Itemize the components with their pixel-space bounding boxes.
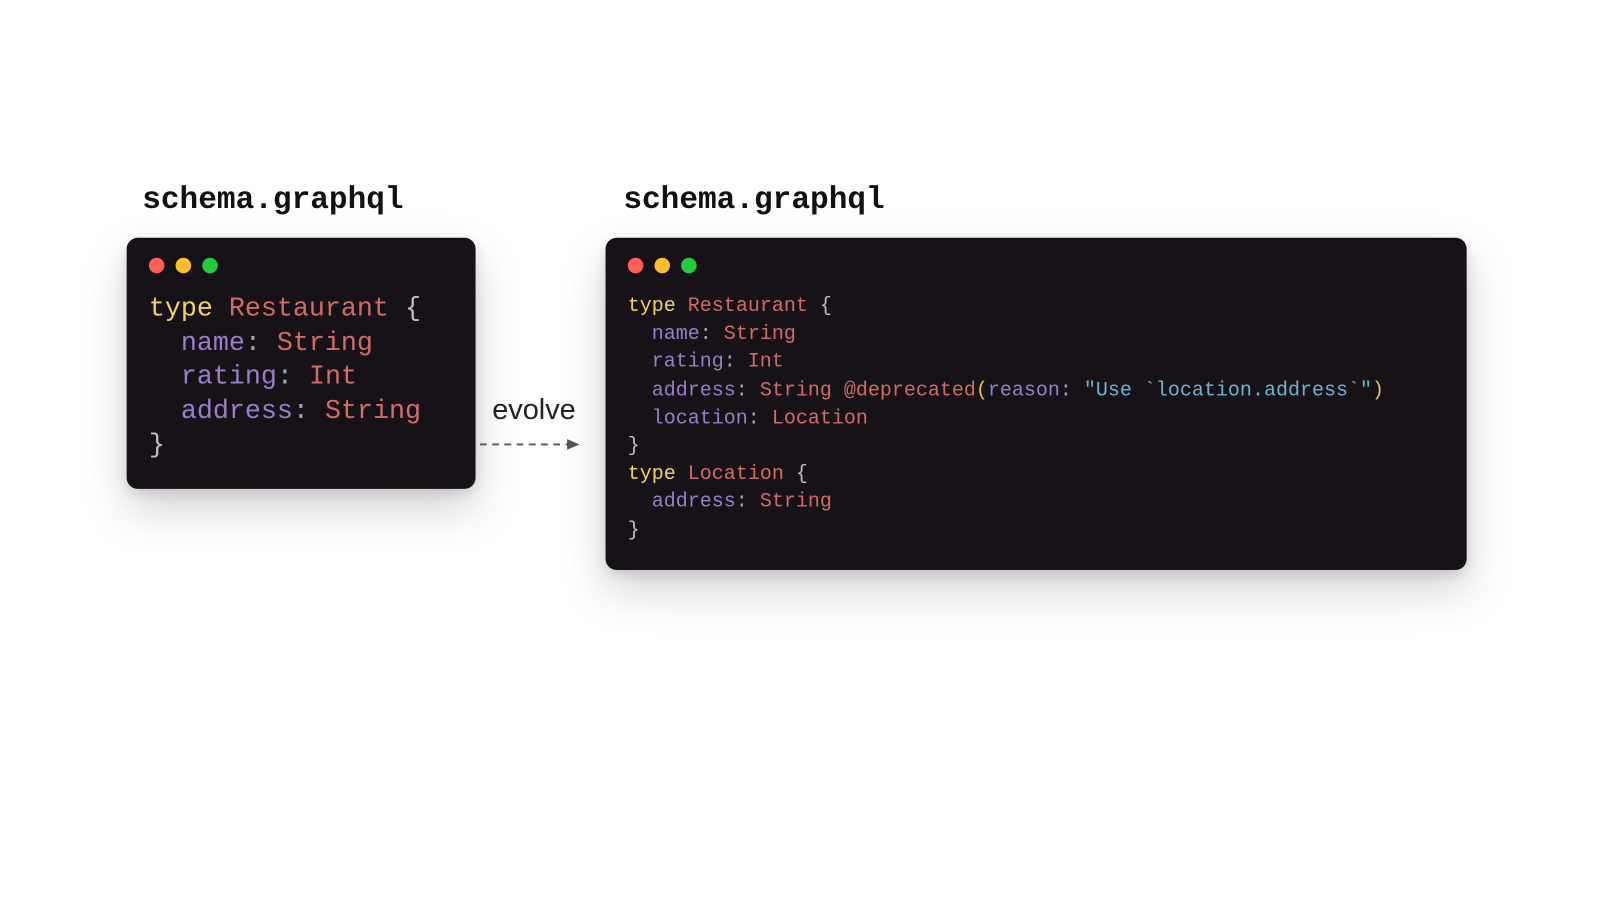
left-code: type Restaurant { name: String rating: I…: [149, 293, 453, 464]
code-punct: :: [293, 397, 325, 427]
code-space: [832, 380, 844, 402]
code-punct: :: [1060, 380, 1084, 402]
right-code-window: type Restaurant { name: String rating: I…: [606, 238, 1467, 570]
code-type: String: [724, 324, 796, 346]
right-filename: schema.graphql: [623, 183, 884, 217]
code-typename: Restaurant: [229, 294, 389, 324]
code-keyword: type: [628, 463, 676, 485]
code-type: String: [760, 380, 832, 402]
code-punct: :: [245, 329, 277, 359]
code-typename: Location: [688, 463, 784, 485]
zoom-icon: [681, 258, 697, 274]
code-field: address: [181, 397, 293, 427]
code-type: Location: [772, 407, 868, 429]
code-type: String: [325, 397, 421, 427]
code-punct: :: [700, 324, 724, 346]
code-field: location: [652, 407, 748, 429]
code-field: address: [652, 491, 736, 513]
code-field: rating: [181, 363, 277, 393]
arrow-icon: [478, 433, 589, 455]
window-traffic-lights: [628, 258, 1445, 274]
code-brace: }: [149, 431, 165, 461]
code-field: name: [181, 329, 245, 359]
code-param: reason: [988, 380, 1060, 402]
code-brace: {: [808, 296, 832, 318]
code-punct: :: [748, 407, 772, 429]
code-field: rating: [652, 352, 724, 374]
close-icon: [628, 258, 644, 274]
code-keyword: type: [149, 294, 213, 324]
minimize-icon: [176, 258, 192, 274]
code-punct: :: [736, 491, 760, 513]
code-keyword: type: [628, 296, 676, 318]
code-brace: }: [628, 519, 640, 541]
code-directive: @deprecated: [844, 380, 976, 402]
code-field: address: [652, 380, 736, 402]
code-paren: ): [1372, 380, 1384, 402]
code-type: Int: [748, 352, 784, 374]
close-icon: [149, 258, 165, 274]
code-brace: {: [784, 463, 808, 485]
minimize-icon: [654, 258, 670, 274]
code-string: "Use `location.address`": [1084, 380, 1372, 402]
left-code-window: type Restaurant { name: String rating: I…: [127, 238, 476, 489]
code-type: Int: [309, 363, 357, 393]
code-paren: (: [976, 380, 988, 402]
code-punct: :: [724, 352, 748, 374]
code-punct: :: [736, 380, 760, 402]
code-type: String: [760, 491, 832, 513]
code-type: String: [277, 329, 373, 359]
code-typename: Restaurant: [688, 296, 808, 318]
left-filename: schema.graphql: [142, 183, 403, 217]
code-brace: {: [389, 294, 421, 324]
code-punct: :: [277, 363, 309, 393]
window-traffic-lights: [149, 258, 453, 274]
zoom-icon: [202, 258, 218, 274]
code-brace: }: [628, 435, 640, 457]
arrow-label: evolve: [492, 392, 576, 426]
right-code: type Restaurant { name: String rating: I…: [628, 293, 1445, 545]
code-field: name: [652, 324, 700, 346]
